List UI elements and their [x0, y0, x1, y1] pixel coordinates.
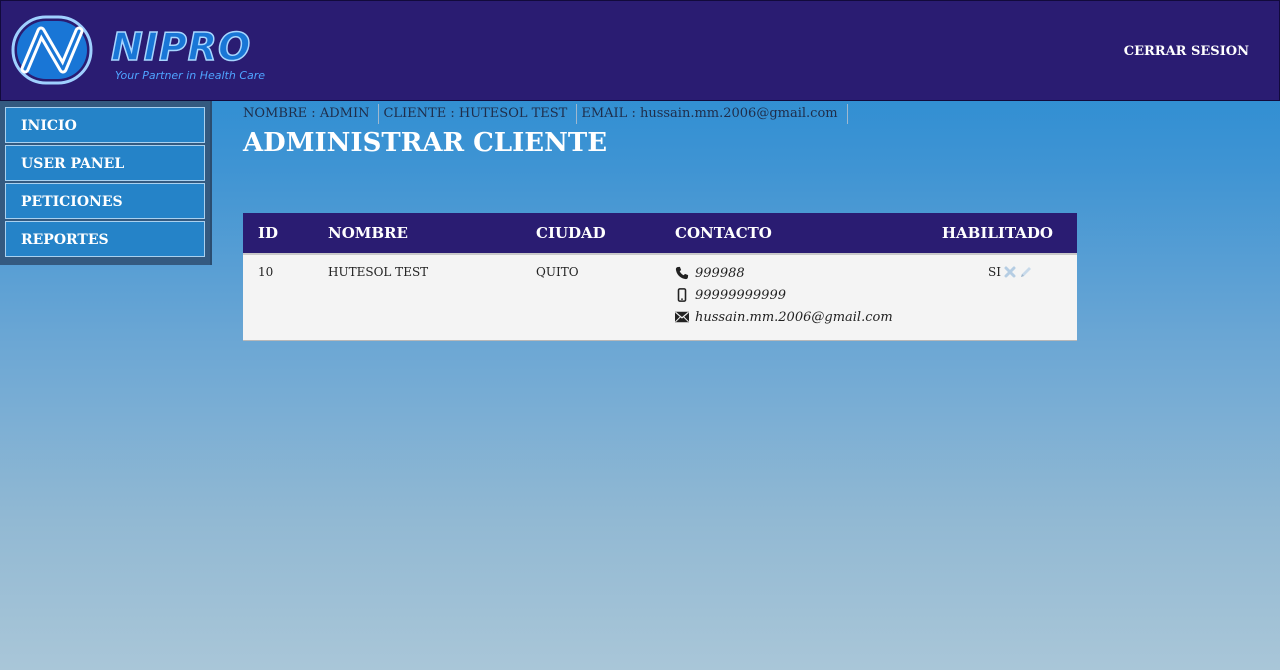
- brand-name: NIPRO: [110, 25, 252, 69]
- pencil-icon[interactable]: [1019, 265, 1033, 279]
- phone-icon: [675, 266, 689, 280]
- envelope-icon: [675, 311, 689, 323]
- logout-link[interactable]: CERRAR SESION: [1124, 44, 1249, 59]
- top-header: NIPRO Your Partner in Health Care CERRAR…: [0, 0, 1280, 101]
- contact-email-value: hussain.mm.2006@gmail.com: [695, 309, 893, 325]
- info-email: EMAIL : hussain.mm.2006@gmail.com: [581, 104, 848, 124]
- close-icon[interactable]: [1004, 266, 1016, 278]
- cell-contacto: 999988 99999999999 hussain.mm.2006@gmail…: [660, 254, 920, 341]
- cell-nombre: HUTESOL TEST: [328, 265, 429, 279]
- contact-email: hussain.mm.2006@gmail.com: [675, 302, 920, 332]
- column-header-nombre: NOMBRE: [328, 224, 408, 242]
- mobile-icon: [677, 288, 687, 302]
- contact-mobile-value: 99999999999: [695, 287, 786, 303]
- sidebar-item-peticiones[interactable]: PETICIONES: [5, 183, 205, 219]
- nipro-logo-icon: [11, 15, 93, 85]
- table-row: 10 HUTESOL TEST QUITO 999988 99999999999…: [243, 254, 1077, 341]
- sidebar-item-reportes[interactable]: REPORTES: [5, 221, 205, 257]
- contact-phone-value: 999988: [695, 265, 745, 281]
- cell-ciudad: QUITO: [536, 265, 579, 279]
- sidebar-nav: INICIO USER PANEL PETICIONES REPORTES: [0, 101, 212, 265]
- page-title: ADMINISTRAR CLIENTE: [243, 128, 608, 158]
- info-cliente: CLIENTE : HUTESOL TEST: [383, 104, 578, 124]
- clients-table: ID NOMBRE CIUDAD CONTACTO HABILITADO 10 …: [243, 213, 1077, 341]
- table-header-row: ID NOMBRE CIUDAD CONTACTO HABILITADO: [243, 213, 1077, 254]
- info-nombre: NOMBRE : ADMIN: [243, 104, 380, 124]
- cell-habilitado: SI: [920, 254, 1077, 341]
- column-header-contacto: CONTACTO: [675, 224, 772, 242]
- sidebar-item-inicio[interactable]: INICIO: [5, 107, 205, 143]
- sidebar-item-user-panel[interactable]: USER PANEL: [5, 145, 205, 181]
- column-header-ciudad: CIUDAD: [536, 224, 606, 242]
- column-header-habilitado: HABILITADO: [941, 224, 1053, 242]
- brand-tagline: Your Partner in Health Care: [115, 69, 266, 82]
- user-info-bar: NOMBRE : ADMIN CLIENTE : HUTESOL TEST EM…: [243, 104, 852, 124]
- clients-table-container: ID NOMBRE CIUDAD CONTACTO HABILITADO 10 …: [243, 213, 1077, 341]
- column-header-id: ID: [258, 224, 279, 242]
- cell-id: 10: [258, 265, 274, 279]
- habilitado-value: SI: [988, 265, 1001, 279]
